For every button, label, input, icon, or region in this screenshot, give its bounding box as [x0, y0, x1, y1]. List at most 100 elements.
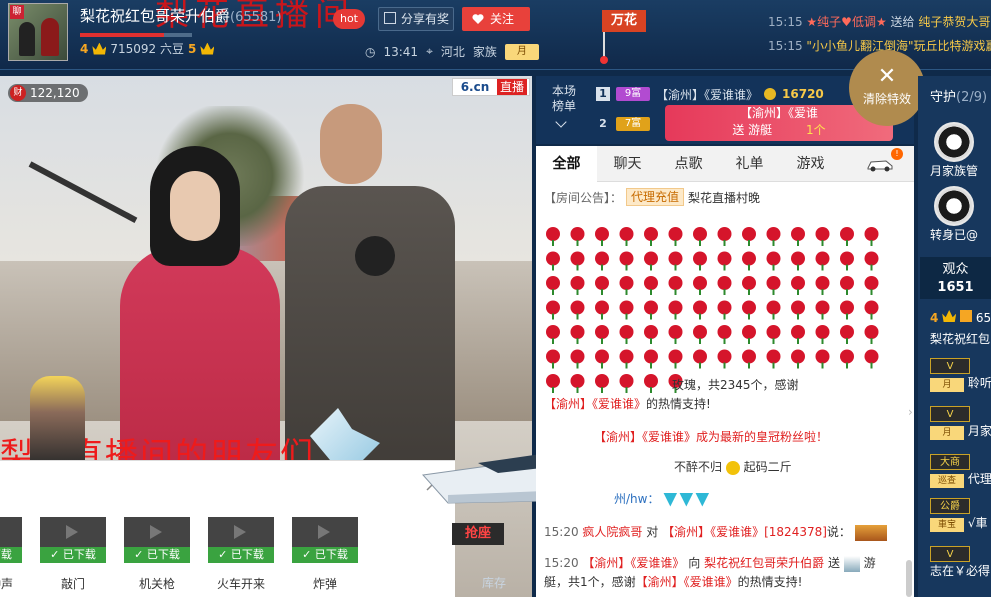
- rose-icon: [815, 276, 830, 295]
- sound-effect-item[interactable]: ✓ 已下载 炸弹: [292, 517, 358, 591]
- msg-user[interactable]: 州/hw：: [614, 492, 659, 506]
- flagpole-base: [600, 56, 608, 64]
- sound-effect-item[interactable]: ✓ 已下载教堂钟声: [0, 517, 22, 591]
- sound-thumbnail[interactable]: [0, 517, 22, 547]
- family-label: 家族: [472, 45, 497, 59]
- close-icon: ✕: [877, 64, 897, 89]
- audience-row[interactable]: 大商 巡查 代理: [930, 454, 991, 488]
- ranking-row[interactable]: 2 7富: [596, 114, 650, 134]
- tab-games[interactable]: 游戏: [780, 146, 841, 182]
- tab-song-request[interactable]: 点歌: [658, 146, 719, 182]
- chat-scrollbar[interactable]: [906, 560, 912, 597]
- guard-avatar[interactable]: [934, 122, 974, 162]
- rose-icon: [595, 325, 609, 344]
- guard-name[interactable]: 转身已@: [930, 226, 978, 243]
- car-icon[interactable]: [866, 156, 894, 172]
- inventory-label[interactable]: 库存: [482, 574, 506, 591]
- family-badge: 巡查: [930, 474, 964, 488]
- tab-all[interactable]: 全部: [536, 146, 597, 182]
- rose-icon: [693, 349, 707, 369]
- arrow-emoji-icon: [695, 492, 710, 507]
- star-icon: [960, 310, 973, 322]
- chat-message: 15:20 疯人院疯哥 对 【渝州】《爱谁谁》[1824378]说：: [544, 523, 900, 542]
- wanhua-flag[interactable]: 万花: [602, 10, 646, 32]
- follow-label: 关注: [490, 12, 515, 26]
- msg-target[interactable]: 【渝州】《爱谁谁》[1824378]: [662, 525, 827, 539]
- family-badge: 車宝: [930, 518, 964, 532]
- msg-user[interactable]: 疯人院疯哥: [582, 525, 642, 539]
- yacht-icon: [843, 555, 860, 572]
- audience-tab[interactable]: 观众 1651: [920, 257, 991, 299]
- clear-effects-button[interactable]: ✕ 清除特效: [849, 50, 925, 126]
- ranking-title[interactable]: 本场 榜单: [544, 84, 584, 114]
- msg-user[interactable]: 【渝州】《爱谁谁》: [636, 575, 738, 589]
- sound-effect-item[interactable]: ✓ 已下载 火车开来: [208, 517, 274, 591]
- rose-icon: [693, 251, 707, 271]
- rose-icon: [546, 276, 560, 295]
- rose-icon: [766, 251, 781, 271]
- room-notice: 【房间公告】： 代理充值 梨花直播村晚: [544, 188, 760, 206]
- audience-row[interactable]: V 志在￥必得: [930, 546, 990, 579]
- msg-user[interactable]: 【渝州】《爱谁谁》: [582, 556, 684, 570]
- guard-name[interactable]: 月家族管: [930, 162, 978, 179]
- audience-row[interactable]: 公爵 車宝 √車: [930, 498, 987, 532]
- sound-effect-item[interactable]: ✓ 已下载 敲门: [40, 517, 106, 591]
- audience-row[interactable]: V月 聆听: [930, 358, 991, 392]
- rose-icon: [717, 325, 732, 344]
- tab-gift-list[interactable]: 礼单: [719, 146, 780, 182]
- marquee-user[interactable]: ★纯子♥低调★: [806, 15, 886, 29]
- rose-icon: [619, 276, 634, 295]
- rose-icon: [668, 276, 683, 295]
- anchor-avatar[interactable]: 聊: [8, 3, 68, 61]
- ranking-row[interactable]: 1 9富 【渝州】《爱谁谁》 16720: [596, 84, 824, 104]
- rose-icon: [717, 300, 732, 320]
- guard-avatar[interactable]: [934, 186, 974, 226]
- audience-row[interactable]: V月 月家: [930, 406, 991, 440]
- rose-icon: [546, 325, 560, 344]
- family-badge: 月: [930, 426, 964, 440]
- marquee-target[interactable]: 纯子恭贺大哥: [918, 15, 990, 29]
- rose-icon: [864, 276, 879, 295]
- chevron-right-icon[interactable]: ›: [908, 405, 916, 429]
- rose-icon: [619, 227, 634, 246]
- rose-icon: [570, 251, 585, 271]
- family-badge[interactable]: 月: [504, 43, 539, 60]
- sound-thumbnail[interactable]: [124, 517, 190, 547]
- performer-woman-face: [170, 171, 220, 241]
- share-button[interactable]: 分享有奖: [378, 7, 454, 31]
- msg-text: 不醉不归: [674, 460, 723, 474]
- rose-icon: [619, 325, 634, 344]
- noble-badge: 大商: [930, 454, 970, 470]
- downloaded-badge: ✓ 已下载: [124, 547, 190, 563]
- play-icon: [234, 525, 246, 539]
- sound-thumbnail[interactable]: [208, 517, 274, 547]
- msg-tail: 起码二斤: [743, 460, 792, 474]
- chevron-down-icon[interactable]: [555, 116, 567, 128]
- rose-icon: [693, 227, 707, 246]
- rose-icon: [668, 227, 683, 246]
- guard-label: 守护: [930, 90, 957, 105]
- msg-target[interactable]: 梨花祝红包哥荣升伯爵: [704, 556, 824, 570]
- sound-thumbnail[interactable]: [40, 517, 106, 547]
- rose-icon: [791, 276, 805, 295]
- rose-icon: [742, 349, 756, 369]
- rose-icon: [742, 276, 756, 295]
- beans-count: 715092 六豆: [110, 42, 184, 56]
- rose-icon: [619, 251, 634, 271]
- audience-top-name[interactable]: 梨花祝红包: [930, 330, 990, 347]
- viewer-count: 122,120: [30, 86, 80, 100]
- crown-icon: [92, 42, 107, 55]
- grab-seat-button[interactable]: 抢座: [452, 523, 504, 545]
- room-info-row: ◷ 13:41 ⌖ 河北 家族 月: [365, 43, 539, 60]
- tab-chat[interactable]: 聊天: [597, 146, 658, 182]
- rose-msg-user[interactable]: 【渝州】《爱谁谁》: [544, 397, 646, 411]
- rose-icon: [864, 227, 879, 246]
- sound-thumbnail[interactable]: [292, 517, 358, 547]
- downloaded-badge: ✓ 已下载: [0, 547, 22, 563]
- sound-effect-item[interactable]: ✓ 已下载 机关枪: [124, 517, 190, 591]
- anchor-name[interactable]: 梨花祝红包哥荣升伯爵(65581): [80, 5, 282, 26]
- notice-tag[interactable]: 代理充值: [626, 188, 685, 206]
- rose-icon: [570, 227, 585, 246]
- hot-badge[interactable]: hot: [333, 9, 365, 29]
- follow-button[interactable]: 关注: [462, 7, 530, 31]
